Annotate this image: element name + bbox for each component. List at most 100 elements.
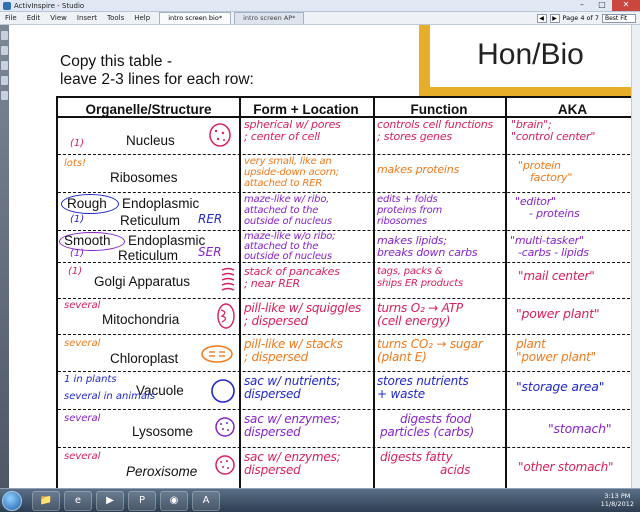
minimize-icon[interactable]: – — [572, 0, 592, 11]
header-aka: AKA — [557, 102, 588, 117]
function-cell: turns O₂ → ATP (cell energy) — [377, 301, 463, 328]
organelle-name-reticulum: Reticulum — [120, 213, 181, 228]
function-cell: tags, packs & ships ER products — [377, 266, 463, 289]
right-scroll-strip[interactable] — [631, 25, 640, 488]
windows-taskbar: 📁 e ▶ P ◉ A 3:13 PM 11/8/2012 — [0, 488, 640, 512]
aka-cell: "storage area" — [516, 379, 605, 394]
vacuole-sketch-icon — [211, 379, 235, 403]
menu-tools[interactable]: Tools — [102, 12, 129, 25]
row-divider — [58, 447, 631, 448]
maximize-icon[interactable]: □ — [592, 0, 612, 11]
organelle-name-reticulum: Reticulum — [118, 248, 179, 263]
row-count: several — [64, 338, 101, 349]
peroxisome-sketch-icon — [215, 455, 235, 475]
aka-cell: "stomach" — [548, 421, 612, 436]
activinspire-taskbar-icon[interactable]: A — [192, 491, 220, 511]
system-clock[interactable]: 3:13 PM 11/8/2012 — [601, 492, 634, 508]
row-count: (1) — [70, 248, 85, 259]
toolbox-tool-icon[interactable] — [1, 91, 8, 100]
row-count-line-1: 1 in plants — [64, 374, 117, 385]
menu-edit[interactable]: Edit — [22, 12, 46, 25]
flipchart-tabs: intro screen bio* intro screen AP* — [159, 12, 307, 24]
menu-view[interactable]: View — [45, 12, 72, 25]
function-cell: makes lipids; breaks down carbs — [377, 234, 478, 259]
form-location-cell: maze-like w/ ribo, attached to the outsi… — [244, 194, 332, 227]
menu-file[interactable]: File — [0, 12, 22, 25]
page-controls: ◀ ▶ Page 4 of 7 Best Fit — [536, 12, 640, 25]
golgi-sketch-icon — [221, 267, 235, 291]
internet-explorer-icon[interactable]: e — [64, 491, 92, 511]
class-badge-label: Hon/Bio — [477, 38, 584, 71]
menu-bar: File Edit View Insert Tools Help intro s… — [0, 12, 640, 25]
zoom-select[interactable]: Best Fit — [602, 13, 636, 23]
row-count: (1) — [70, 138, 85, 149]
row-count: (1) — [70, 214, 85, 225]
window-title: ActivInspire - Studio — [14, 2, 85, 10]
activinspire-app-icon — [3, 2, 11, 10]
aka-cell: "power plant" — [516, 306, 600, 321]
class-badge: Hon/Bio — [419, 25, 631, 97]
function-cell: digests fatty acids — [380, 450, 471, 477]
row-count: several — [64, 413, 101, 424]
toolbox-tool-icon[interactable] — [1, 76, 8, 85]
powerpoint-icon[interactable]: P — [128, 491, 156, 511]
form-location-cell: sac w/ nutrients; dispersed — [244, 374, 341, 401]
row-count: several — [64, 451, 101, 462]
menu-insert[interactable]: Insert — [72, 12, 102, 25]
row-count: lots! — [64, 158, 87, 169]
organelle-name: Nucleus — [126, 133, 175, 148]
row-divider — [58, 409, 631, 410]
tab-intro-screen-bio[interactable]: intro screen bio* — [159, 12, 232, 24]
organelle-name-rough: Rough — [67, 196, 107, 211]
left-toolbox-dock — [0, 25, 9, 488]
aka-cell: "brain"; "control center" — [511, 118, 596, 143]
column-divider — [373, 98, 375, 488]
column-divider — [505, 98, 507, 488]
close-icon[interactable]: ✕ — [612, 0, 640, 11]
aka-cell: "mail center" — [518, 269, 595, 283]
row-divider — [58, 230, 631, 231]
row-divider — [58, 298, 631, 299]
activinspire-window: ActivInspire - Studio – □ ✕ File Edit Vi… — [0, 0, 640, 512]
row-divider — [58, 154, 631, 155]
file-explorer-icon[interactable]: 📁 — [32, 491, 60, 511]
aka-cell: plant "power plant" — [516, 337, 596, 364]
instructions: Copy this table - leave 2-3 lines for ea… — [60, 53, 254, 89]
function-cell: edits + folds proteins from ribosomes — [377, 194, 443, 227]
function-cell: controls cell functions ; stores genes — [377, 118, 494, 143]
toolbox-tool-icon[interactable] — [1, 61, 8, 70]
start-button-icon[interactable] — [2, 491, 22, 511]
chrome-icon[interactable]: ◉ — [160, 491, 188, 511]
header-function: Function — [410, 102, 468, 117]
function-cell: stores nutrients + waste — [377, 374, 469, 401]
media-player-icon[interactable]: ▶ — [96, 491, 124, 511]
next-page-icon[interactable]: ▶ — [549, 13, 560, 23]
organelle-table: Organelle/Structure Form + Location Func… — [56, 96, 631, 488]
menu-help[interactable]: Help — [129, 12, 155, 25]
flipchart-page: Hon/Bio Copy this table - leave 2-3 line… — [9, 25, 631, 488]
instructions-line-1: Copy this table - — [60, 53, 172, 70]
organelle-tag: RER — [198, 212, 223, 226]
column-divider — [239, 98, 241, 488]
window-controls: – □ ✕ — [572, 0, 640, 12]
form-location-cell: sac w/ enzymes; dispersed — [244, 450, 341, 477]
organelle-tag: SER — [198, 245, 222, 259]
function-cell: turns CO₂ → sugar (plant E) — [377, 337, 483, 364]
row-count: (1) — [68, 266, 83, 277]
toolbox-tool-icon[interactable] — [1, 31, 8, 40]
aka-cell: "editor" - proteins — [515, 195, 580, 220]
title-bar: ActivInspire - Studio – □ ✕ — [0, 0, 640, 12]
organelle-name: Golgi Apparatus — [94, 274, 191, 289]
previous-page-icon[interactable]: ◀ — [536, 13, 547, 23]
nucleus-sketch-icon — [209, 123, 231, 147]
aka-cell: "protein factory" — [518, 159, 573, 184]
function-cell: digests food particles (carbs) — [380, 412, 475, 439]
tab-intro-screen-ap[interactable]: intro screen AP* — [234, 12, 305, 24]
header-organelle: Organelle/Structure — [85, 102, 212, 117]
mitochondria-sketch-icon — [217, 303, 235, 329]
form-location-cell: maze-like w/o ribo; attached to the outs… — [244, 231, 336, 262]
row-divider — [58, 334, 631, 335]
toolbox-tool-icon[interactable] — [1, 46, 8, 55]
row-divider — [58, 192, 631, 193]
organelle-name: Chloroplast — [110, 351, 179, 366]
